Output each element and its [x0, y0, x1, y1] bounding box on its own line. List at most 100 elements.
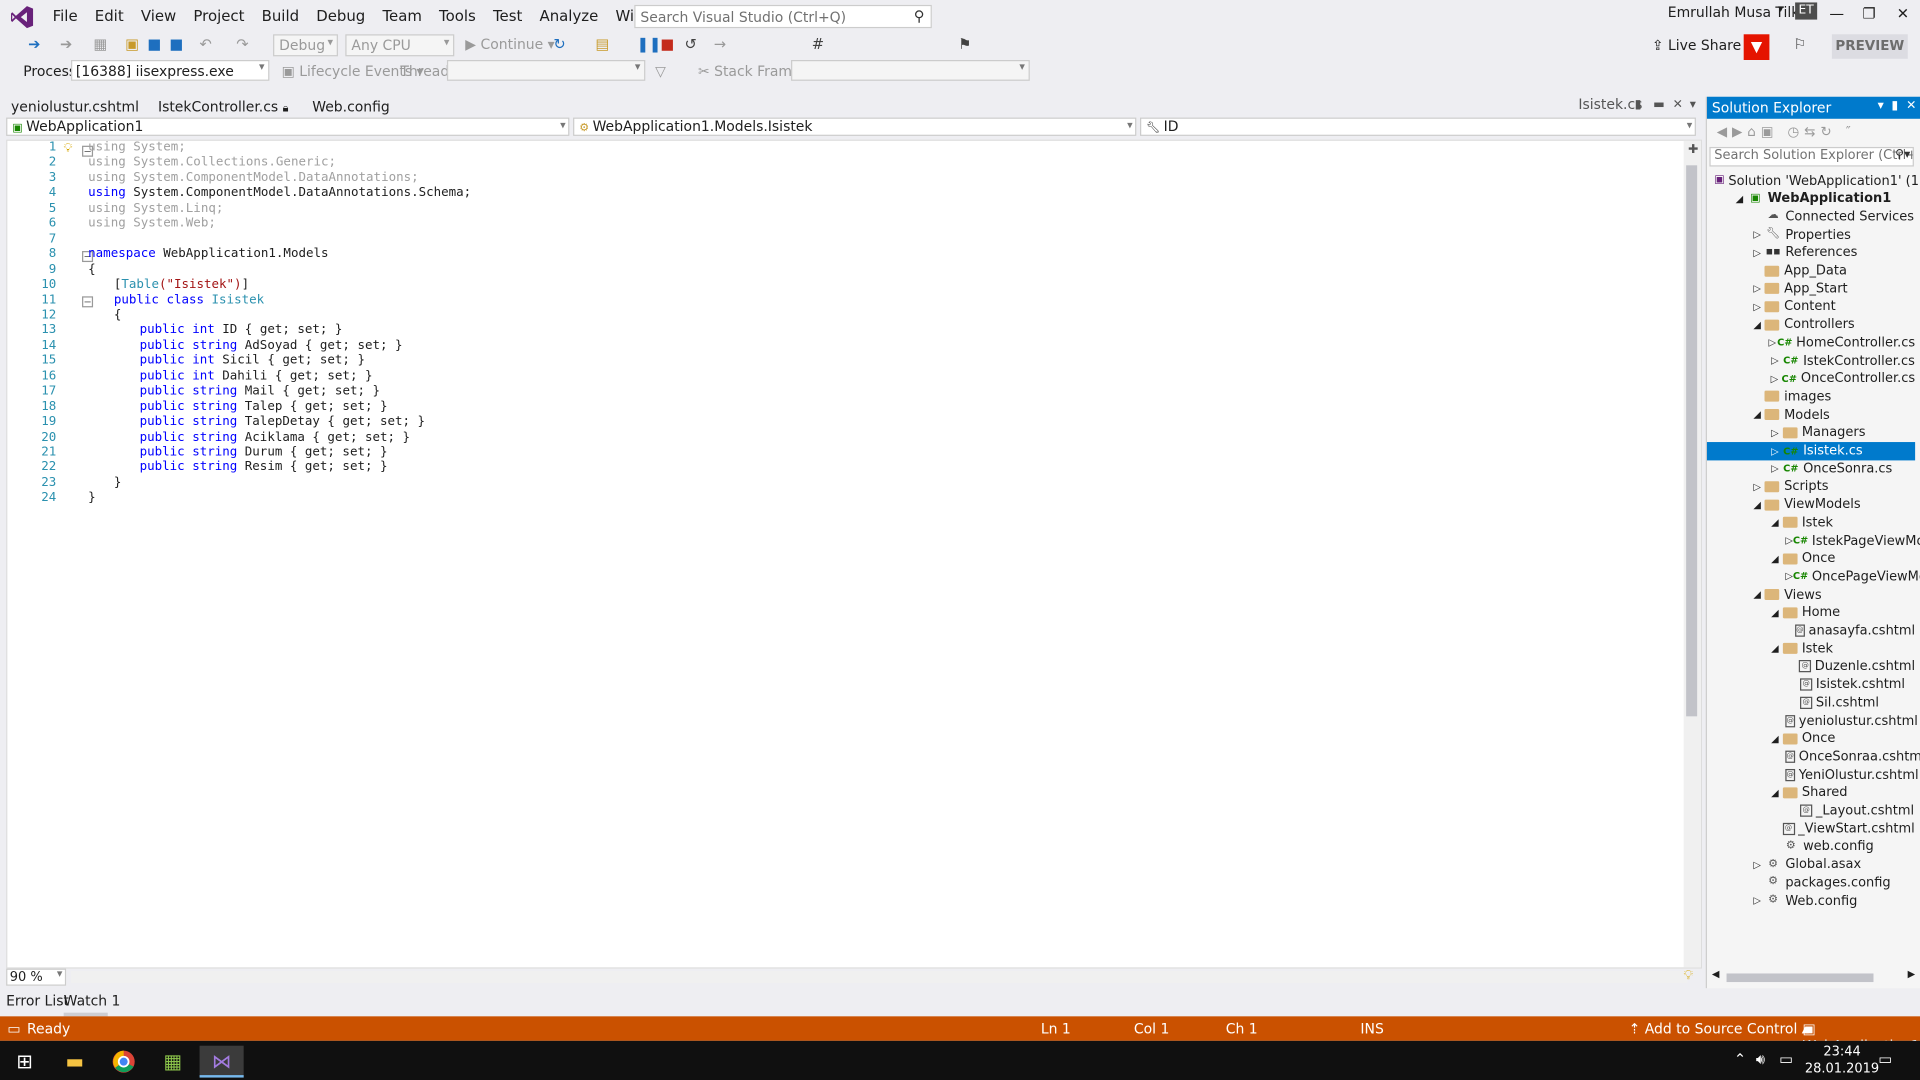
expand-arrow-icon[interactable]: ▷: [1785, 571, 1793, 582]
tab-watch-1[interactable]: Watch 1: [64, 992, 121, 1009]
restart-icon[interactable]: ↺: [681, 34, 701, 54]
solution-configuration-select[interactable]: Debug: [273, 34, 338, 57]
tree-item[interactable]: @ YeniOlustur.cshtml: [1707, 765, 1919, 783]
member-dropdown[interactable]: 🔧︎ ID: [1140, 117, 1696, 136]
save-icon[interactable]: ■: [144, 34, 164, 54]
code-editor[interactable]: 1 2 3 4 5 6 7 8 9 10 11 12 13 14 15 16 17 18 19 20 21 22 23 24 …: [6, 139, 1703, 969]
pin-icon[interactable]: ▮: [1635, 98, 1642, 111]
menu-analyze[interactable]: Analyze: [531, 7, 607, 24]
windows-start-icon[interactable]: ⊞: [2, 1046, 46, 1078]
undo-icon[interactable]: ↶: [196, 34, 216, 54]
expand-arrow-icon[interactable]: ◢: [1732, 193, 1747, 204]
tree-item[interactable]: images: [1707, 387, 1915, 405]
lightbulb-icon[interactable]: 💡︎: [1684, 967, 1693, 984]
app-icon[interactable]: ▦: [151, 1046, 195, 1078]
expand-arrow-icon[interactable]: ▷: [1785, 535, 1793, 546]
stack-frame-select[interactable]: [791, 60, 1030, 81]
tab-yeniolustur[interactable]: yeniolustur.cshtml: [11, 98, 139, 115]
lightbulb-icon[interactable]: 💡︎: [64, 142, 73, 155]
tree-item[interactable]: ◢ Once: [1707, 549, 1915, 567]
tree-item[interactable]: App_Data: [1707, 261, 1915, 279]
tree-item[interactable]: @ yeniolustur.cshtml: [1707, 711, 1918, 729]
tree-item[interactable]: ▷ Scripts: [1707, 477, 1915, 495]
bookmark-icon[interactable]: ⚑: [955, 34, 975, 54]
expand-arrow-icon[interactable]: ▷: [1750, 301, 1765, 312]
expand-arrow-icon[interactable]: ▷: [1750, 859, 1765, 870]
tree-item[interactable]: ▷ App_Start: [1707, 279, 1915, 297]
tab-isistek-active[interactable]: Isistek.cs: [1578, 95, 1643, 113]
expand-arrow-icon[interactable]: ▷: [1768, 427, 1783, 438]
feedback-icon[interactable]: ▼: [1743, 34, 1770, 61]
menu-team[interactable]: Team: [374, 7, 431, 24]
menu-tools[interactable]: Tools: [430, 7, 484, 24]
tree-item[interactable]: ◢ Once: [1707, 729, 1915, 747]
tree-item[interactable]: @ OnceSonraa.cshtm: [1707, 747, 1920, 765]
tree-item[interactable]: ▷ ⚙ Web.config: [1707, 891, 1915, 909]
forward-icon[interactable]: ➔: [56, 34, 76, 54]
refresh-icon[interactable]: ↻: [550, 34, 570, 54]
tree-item[interactable]: ◢ Controllers: [1707, 315, 1915, 333]
expand-arrow-icon[interactable]: ◢: [1750, 409, 1765, 420]
back-icon[interactable]: ➔: [24, 34, 44, 54]
stop-icon[interactable]: ■: [658, 34, 678, 54]
expand-arrow-icon[interactable]: ▷: [1750, 283, 1765, 294]
tree-item[interactable]: ◢ ▣ WebApplication1: [1707, 189, 1915, 207]
close-tab-icon[interactable]: ✕: [1673, 98, 1683, 111]
expand-arrow-icon[interactable]: ▷: [1768, 445, 1783, 456]
tab-istekcontroller[interactable]: IstekController.cs 🔒︎: [158, 98, 289, 115]
menu-project[interactable]: Project: [185, 7, 253, 24]
menu-edit[interactable]: Edit: [86, 7, 132, 24]
project-dropdown[interactable]: ▣ WebApplication1: [6, 117, 570, 136]
solution-horizontal-scrollbar[interactable]: ◀ ▶: [1712, 969, 1916, 983]
tree-item[interactable]: ▷ C# OnceSonra.cs: [1707, 459, 1915, 477]
expand-arrow-icon[interactable]: ▷: [1750, 895, 1765, 906]
file-explorer-icon[interactable]: ▬: [53, 1046, 97, 1078]
expand-arrow-icon[interactable]: ◢: [1768, 733, 1783, 744]
tab-error-list[interactable]: Error List: [6, 992, 69, 1009]
expand-arrow-icon[interactable]: ▷: [1750, 229, 1765, 240]
tree-item[interactable]: ▷ C# HomeController.cs: [1707, 333, 1916, 351]
expand-arrow-icon[interactable]: ◢: [1768, 643, 1783, 654]
network-icon[interactable]: ▭: [1779, 1051, 1793, 1068]
scrollbar-thumb[interactable]: [1686, 165, 1698, 717]
tree-item[interactable]: ☁ Connected Services: [1707, 207, 1915, 225]
preview-button[interactable]: PREVIEW: [1831, 34, 1908, 59]
chevron-down-icon[interactable]: ▾: [1778, 4, 1784, 16]
new-project-icon[interactable]: ▦: [91, 34, 111, 54]
expand-arrow-icon[interactable]: ▷: [1750, 481, 1765, 492]
minimize-icon[interactable]: —: [1829, 5, 1844, 22]
menu-debug[interactable]: Debug: [308, 7, 374, 24]
expand-arrow-icon[interactable]: ▷: [1768, 337, 1778, 348]
tree-item[interactable]: ◢ Views: [1707, 585, 1915, 603]
horizontal-scrollbar[interactable]: [71, 971, 1688, 984]
thread-select[interactable]: [446, 60, 646, 81]
volume-icon[interactable]: 🔊︎: [1756, 1051, 1765, 1069]
scrollbar-thumb[interactable]: [1726, 973, 1874, 983]
menu-view[interactable]: View: [132, 7, 185, 24]
continue-button[interactable]: ▶ Continue ▾: [465, 36, 554, 53]
tab-dropdown-icon[interactable]: ▾: [1690, 98, 1696, 111]
add-to-source-control-button[interactable]: ⇡ Add to Source Control ▴: [1629, 1020, 1809, 1037]
open-file-icon[interactable]: ▣: [122, 34, 142, 54]
action-center-icon[interactable]: ▭: [1878, 1051, 1892, 1068]
tree-item[interactable]: @ Sil.cshtml: [1707, 693, 1915, 711]
tree-item[interactable]: @ _ViewStart.cshtml: [1707, 819, 1915, 837]
tree-item[interactable]: @ _Layout.cshtml: [1707, 801, 1915, 819]
tree-item[interactable]: @ Duzenle.cshtml: [1707, 657, 1915, 675]
tab-web-config[interactable]: Web.config: [312, 98, 390, 115]
tree-item[interactable]: ▷ Content: [1707, 297, 1915, 315]
step-into-icon[interactable]: →: [710, 34, 730, 54]
tree-item[interactable]: ◢ Home: [1707, 603, 1915, 621]
zoom-select[interactable]: 90 %: [6, 968, 67, 986]
vertical-scrollbar[interactable]: ✚: [1683, 140, 1701, 968]
tree-item[interactable]: ◢ Istek: [1707, 513, 1915, 531]
user-avatar[interactable]: ET: [1795, 2, 1818, 20]
panel-options-icons[interactable]: ▾ ▮ ✕: [1878, 99, 1917, 112]
menu-build[interactable]: Build: [253, 7, 308, 24]
taskbar-clock[interactable]: 23:44 28.01.2019: [1805, 1043, 1879, 1077]
save-all-icon[interactable]: ■: [167, 34, 187, 54]
scroll-right-icon[interactable]: ▶: [1908, 969, 1916, 980]
tree-item[interactable]: ⚙ web.config: [1707, 837, 1915, 855]
tree-item[interactable]: ▷ C# Isistek.cs: [1706, 441, 1916, 460]
solution-explorer-search[interactable]: Search Solution Explorer (Ctrl+ş ⚲▾: [1709, 146, 1914, 167]
